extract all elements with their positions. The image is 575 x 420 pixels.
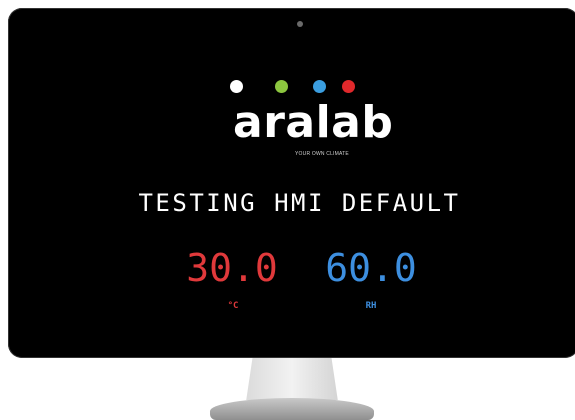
monitor-stand-base	[210, 398, 374, 420]
humidity-unit: RH	[365, 301, 377, 311]
temperature-value: 30.0	[186, 246, 278, 290]
white-dot	[230, 80, 243, 93]
brand-tagline: YOUR OWN CLIMATE	[295, 151, 349, 157]
blue-dot	[313, 80, 326, 93]
temperature-unit: °C	[227, 301, 239, 311]
screen-title: TESTING HMI DEFAULT	[138, 189, 461, 217]
humidity-value: 60.0	[325, 246, 417, 290]
camera-icon	[297, 21, 303, 27]
red-dot	[342, 80, 355, 93]
green-dot	[275, 80, 288, 93]
monitor-stand-neck	[246, 358, 338, 400]
brand-logo: aralab	[233, 97, 394, 148]
brand-dots	[8, 80, 575, 94]
monitor-screen: aralab YOUR OWN CLIMATE TESTING HMI DEFA…	[8, 8, 575, 358]
